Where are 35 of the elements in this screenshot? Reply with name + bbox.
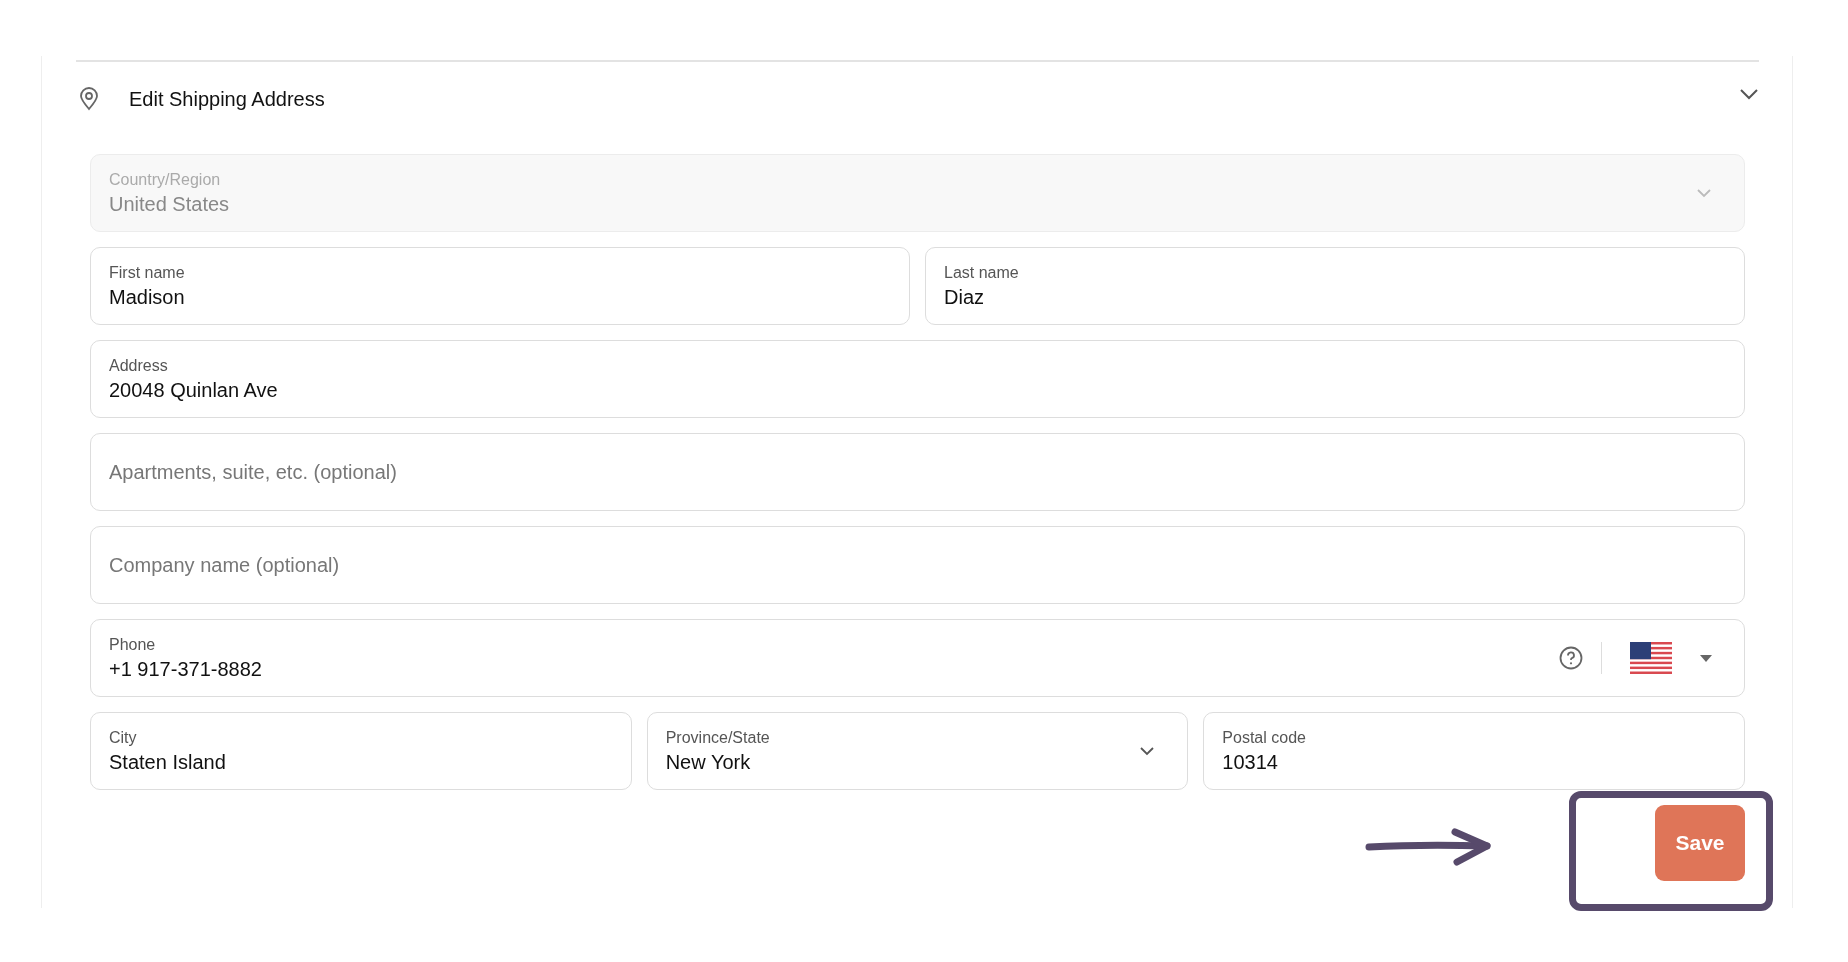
- chevron-icon: [1139, 746, 1156, 756]
- chevron-icon[interactable]: [1739, 88, 1759, 100]
- input-field[interactable]: Postal code 10314: [1203, 712, 1745, 790]
- field-label: Country/Region: [109, 170, 222, 189]
- flag-icon[interactable]: [1630, 642, 1672, 674]
- field-value: Diaz: [944, 285, 984, 309]
- section-title: Edit Shipping Address: [129, 87, 326, 111]
- input-field[interactable]: Apartments, suite, etc. (optional): [90, 433, 1745, 511]
- caret-icon[interactable]: [1700, 654, 1712, 662]
- field-value: 10314: [1222, 750, 1278, 774]
- field-value: United States: [109, 192, 230, 216]
- input-field[interactable]: Company name (optional): [90, 526, 1745, 604]
- field-value: Madison: [109, 285, 185, 309]
- field-label: First name: [109, 263, 186, 282]
- field-value: +1 917-371-8882: [109, 657, 262, 681]
- field-value: New York: [665, 750, 751, 774]
- input-field[interactable]: Last name Diaz: [925, 247, 1745, 325]
- field-value: Staten Island: [109, 750, 226, 774]
- field-label: Last name: [944, 263, 1020, 282]
- chevron-icon: [1696, 188, 1712, 198]
- input-field[interactable]: City Staten Island: [90, 712, 632, 790]
- field-label: City: [109, 728, 138, 747]
- placeholder-text: Apartments, suite, etc. (optional): [109, 460, 397, 484]
- field-label: Phone: [109, 635, 157, 654]
- field-label: Address: [109, 356, 169, 375]
- field-label: Province/State: [665, 728, 771, 747]
- location-pin-icon: [79, 87, 99, 111]
- select-field[interactable]: Province/State New York: [646, 712, 1189, 790]
- input-field[interactable]: First name Madison: [90, 247, 910, 325]
- help-icon[interactable]: [1559, 646, 1583, 670]
- phone-field[interactable]: Phone +1 917-371-8882: [90, 619, 1745, 697]
- field-value: 20048 Quinlan Ave: [109, 378, 278, 402]
- field-label: Postal code: [1222, 728, 1307, 747]
- placeholder-text: Company name (optional): [109, 553, 340, 577]
- input-field[interactable]: Address 20048 Quinlan Ave: [90, 340, 1745, 418]
